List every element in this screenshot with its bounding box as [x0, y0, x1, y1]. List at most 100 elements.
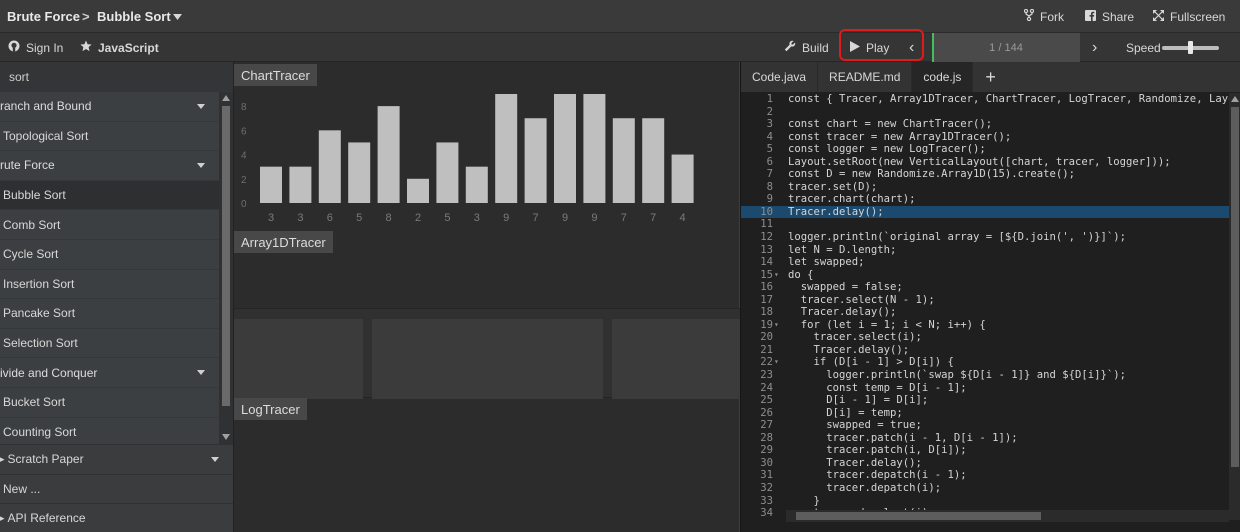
- line-number: 14: [760, 256, 773, 269]
- code-line[interactable]: 24 const temp = D[i - 1];: [741, 382, 1229, 395]
- line-number: 19: [760, 318, 773, 331]
- code-line[interactable]: 20 tracer.select(i);: [741, 331, 1229, 344]
- new-scratch-item[interactable]: New ...: [0, 473, 233, 504]
- code-line[interactable]: 19 ▾ for (let i = 1; i < N; i++) {: [741, 319, 1229, 332]
- breadcrumb-algorithm[interactable]: Bubble Sort: [97, 0, 171, 33]
- code-line[interactable]: 4 const tracer = new Array1DTracer();: [741, 131, 1229, 144]
- log-tracer-title: LogTracer: [234, 398, 307, 420]
- sidebar-item[interactable]: Selection Sort: [0, 329, 219, 359]
- sidebar-item[interactable]: Bubble Sort: [0, 180, 219, 211]
- editor-tab[interactable]: code.js: [912, 62, 974, 92]
- code-text: logger.println(`original array = [${D.jo…: [788, 231, 1127, 244]
- code-area[interactable]: 1 const { Tracer, Array1DTracer, ChartTra…: [741, 93, 1229, 520]
- api-reference-link[interactable]: ▸ API Reference: [0, 503, 233, 532]
- code-line[interactable]: 28 tracer.patch(i - 1, D[i - 1]);: [741, 432, 1229, 445]
- build-button[interactable]: Build: [784, 33, 829, 62]
- sidebar-scrollbar[interactable]: [219, 92, 233, 444]
- editor-horizontal-scrollbar[interactable]: [786, 510, 1229, 522]
- fold-toggle-icon[interactable]: ▾: [774, 269, 779, 282]
- sidebar-footer: ▸ Scratch Paper New ... ▸ API Reference: [0, 444, 233, 532]
- y-tick-label: 6: [241, 126, 247, 137]
- code-line[interactable]: 14 let swapped;: [741, 256, 1229, 269]
- code-line[interactable]: 11: [741, 218, 1229, 231]
- code-line[interactable]: 3 const chart = new ChartTracer();: [741, 118, 1229, 131]
- code-line[interactable]: 25 D[i - 1] = D[i];: [741, 394, 1229, 407]
- code-text: Tracer.delay();: [788, 306, 897, 319]
- star-icon: [80, 40, 92, 55]
- line-number: 18: [760, 306, 773, 319]
- search-input[interactable]: sort: [0, 62, 233, 92]
- code-line[interactable]: 13 let N = D.length;: [741, 244, 1229, 257]
- fold-toggle-icon[interactable]: ▾: [774, 356, 779, 369]
- facebook-icon: [1085, 9, 1096, 24]
- code-line[interactable]: 22 ▾ if (D[i - 1] > D[i]) {: [741, 356, 1229, 369]
- sidebar-category[interactable]: ranch and Bound: [0, 92, 219, 122]
- sidebar-item[interactable]: Topological Sort: [0, 122, 219, 152]
- code-line[interactable]: 8 tracer.set(D);: [741, 181, 1229, 194]
- code-line[interactable]: 31 tracer.depatch(i - 1);: [741, 469, 1229, 482]
- y-tick-label: 4: [241, 151, 247, 162]
- editor-vertical-scroll-thumb[interactable]: [1231, 107, 1239, 467]
- code-line[interactable]: 16 swapped = false;: [741, 281, 1229, 294]
- next-step-button[interactable]: ›: [1092, 33, 1097, 62]
- editor-tab[interactable]: Code.java: [741, 62, 819, 92]
- breadcrumb-category[interactable]: Brute Force: [7, 0, 80, 33]
- code-line[interactable]: 7 const D = new Randomize.Array1D(15).cre…: [741, 168, 1229, 181]
- code-line[interactable]: 29 tracer.patch(i, D[i]);: [741, 444, 1229, 457]
- progress-bar[interactable]: 1 / 144: [932, 33, 1080, 62]
- chevron-down-icon[interactable]: [173, 0, 182, 33]
- sidebar-item[interactable]: Pancake Sort: [0, 299, 219, 329]
- code-line[interactable]: 26 D[i] = temp;: [741, 407, 1229, 420]
- code-line[interactable]: 5 const logger = new LogTracer();: [741, 143, 1229, 156]
- sidebar-item[interactable]: Comb Sort: [0, 210, 219, 240]
- fullscreen-button[interactable]: Fullscreen: [1153, 0, 1225, 33]
- editor-tab[interactable]: README.md: [818, 62, 913, 92]
- scratch-paper-section[interactable]: ▸ Scratch Paper: [0, 444, 233, 474]
- sidebar-item[interactable]: Cycle Sort: [0, 240, 219, 270]
- line-number: 15: [760, 268, 773, 281]
- code-line[interactable]: 27 swapped = true;: [741, 419, 1229, 432]
- progress-fill: [932, 33, 934, 62]
- code-line[interactable]: 23 logger.println(`swap ${D[i - 1]} and …: [741, 369, 1229, 382]
- fork-button[interactable]: Fork: [1023, 0, 1064, 33]
- chevron-down-icon: [197, 163, 205, 169]
- code-line[interactable]: 9 tracer.chart(chart);: [741, 193, 1229, 206]
- sidebar-item[interactable]: Counting Sort: [0, 418, 219, 444]
- code-line[interactable]: 15 ▾ do {: [741, 269, 1229, 282]
- code-text: let swapped;: [788, 256, 865, 269]
- chart-bar: [289, 166, 312, 203]
- code-line[interactable]: 18 Tracer.delay();: [741, 306, 1229, 319]
- sign-in-button[interactable]: Sign In: [8, 33, 63, 62]
- speed-slider-handle[interactable]: [1188, 41, 1193, 54]
- code-line[interactable]: 1 const { Tracer, Array1DTracer, ChartTra…: [741, 93, 1229, 106]
- x-tick-label: 7: [650, 212, 656, 224]
- sidebar-item-label: Pancake Sort: [3, 306, 76, 321]
- scroll-up-icon[interactable]: [1231, 96, 1239, 102]
- chart-bar: [642, 118, 665, 203]
- code-line[interactable]: 21 Tracer.delay();: [741, 344, 1229, 357]
- code-line[interactable]: 32 tracer.depatch(i);: [741, 482, 1229, 495]
- sidebar-item[interactable]: Insertion Sort: [0, 270, 219, 300]
- scroll-down-icon[interactable]: [222, 434, 230, 440]
- code-line[interactable]: 10 Tracer.delay();: [741, 205, 1229, 219]
- language-button[interactable]: JavaScript: [80, 33, 159, 62]
- sidebar-item[interactable]: Bucket Sort: [0, 388, 219, 418]
- editor-vertical-scrollbar[interactable]: [1229, 93, 1240, 520]
- share-button[interactable]: Share: [1085, 0, 1134, 33]
- sidebar-category[interactable]: ivide and Conquer: [0, 358, 219, 388]
- code-line[interactable]: 33 }: [741, 495, 1229, 508]
- code-line[interactable]: 17 tracer.select(N - 1);: [741, 294, 1229, 307]
- editor-horizontal-scroll-thumb[interactable]: [796, 512, 1041, 520]
- code-line[interactable]: 12 logger.println(`original array = [${D.…: [741, 231, 1229, 244]
- add-tab-button[interactable]: +: [973, 62, 1008, 92]
- code-line[interactable]: 2: [741, 106, 1229, 119]
- scroll-up-icon[interactable]: [222, 95, 230, 101]
- sidebar-category[interactable]: rute Force: [0, 151, 219, 181]
- y-tick-label: 8: [241, 102, 247, 113]
- array-row: [234, 308, 740, 399]
- code-line[interactable]: 30 Tracer.delay();: [741, 457, 1229, 470]
- code-line[interactable]: 6 Layout.setRoot(new VerticalLayout([char…: [741, 156, 1229, 169]
- fold-toggle-icon[interactable]: ▾: [774, 319, 779, 332]
- sidebar-scroll-thumb[interactable]: [222, 106, 230, 406]
- array-tracer-title: Array1DTracer: [234, 231, 333, 253]
